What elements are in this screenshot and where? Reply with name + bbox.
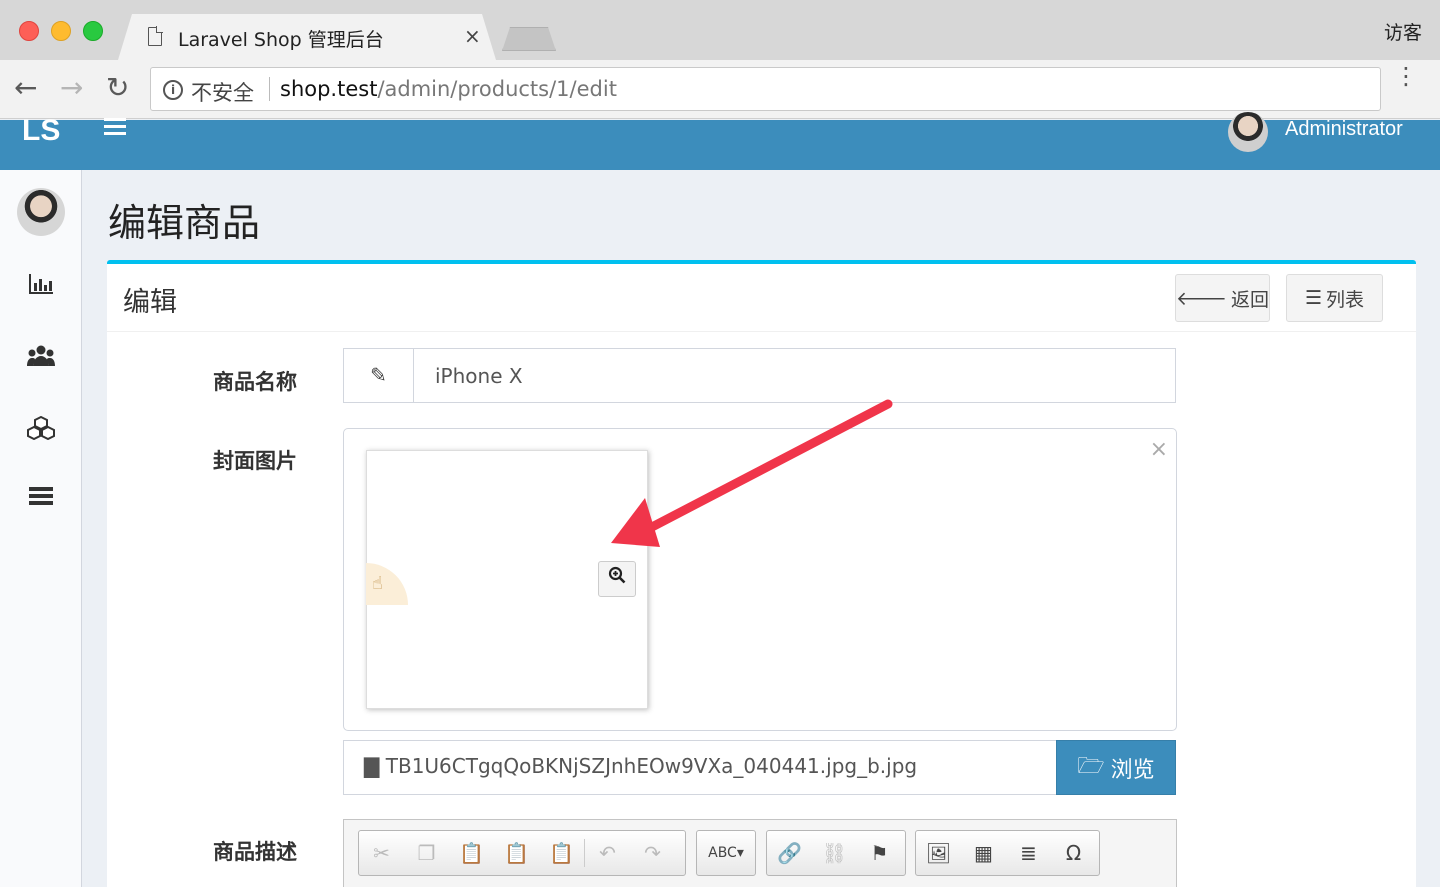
undo-icon[interactable]: ↶	[585, 841, 630, 865]
product-description-label: 商品描述	[213, 840, 297, 864]
insecure-label[interactable]: 不安全	[191, 77, 254, 107]
sidebar-avatar	[17, 188, 65, 236]
window-maximize-button[interactable]	[83, 21, 103, 41]
paste-icon[interactable]: 📋	[449, 841, 494, 865]
cut-icon[interactable]: ✂	[359, 841, 404, 865]
list-icon: ☰	[1304, 287, 1323, 309]
window-minimize-button[interactable]	[51, 21, 71, 41]
list-icon[interactable]	[26, 486, 56, 512]
cubes-icon[interactable]	[26, 415, 56, 442]
cover-image-label: 封面图片	[213, 449, 297, 473]
browser-toolbar: ← → ↻ i 不安全 shop.test/admin/products/1/e…	[0, 60, 1440, 119]
file-input-group[interactable]: ▇ TB1U6CTgqQoBKNjSZJnhEOw9VXa_040441.jpg…	[343, 740, 1176, 795]
url-host: shop.test	[280, 77, 378, 101]
list-button-label: 列表	[1326, 288, 1365, 311]
paste-word-icon[interactable]: 📋	[539, 841, 584, 865]
back-button[interactable]: 🡐 返回	[1175, 274, 1270, 322]
address-bar[interactable]: i 不安全 shop.test/admin/products/1/edit	[150, 67, 1381, 111]
product-name-label: 商品名称	[213, 370, 297, 394]
users-icon[interactable]	[26, 344, 56, 370]
product-name-input[interactable]	[415, 349, 1175, 402]
url-path: /admin/products/1/edit	[377, 77, 617, 101]
browser-tab-bar: Laravel Shop 管理后台 × 访客	[0, 0, 1440, 60]
pencil-icon: ✎	[344, 349, 414, 402]
url-text[interactable]: shop.test/admin/products/1/edit	[280, 77, 617, 101]
back-arrow-icon[interactable]: ←	[14, 72, 37, 104]
user-name[interactable]: Administrator	[1285, 118, 1403, 141]
file-icon: ▇	[364, 754, 380, 778]
spellcheck-toolbar-group: ABC▾	[696, 830, 756, 876]
product-name-group: ✎	[343, 348, 1176, 403]
page-title: 编辑商品	[108, 201, 261, 245]
forward-arrow-icon[interactable]: →	[60, 72, 83, 104]
list-button[interactable]: ☰ 列表	[1286, 274, 1383, 322]
unlink-icon[interactable]: ⛓	[812, 841, 857, 865]
browser-tab-active[interactable]: Laravel Shop 管理后台 ×	[118, 14, 496, 60]
sidebar-toggle-icon[interactable]	[104, 118, 126, 139]
folder-open-icon: 🗁	[1077, 753, 1105, 779]
close-icon[interactable]: ×	[1150, 437, 1168, 462]
browser-menu-icon[interactable]: ⋮	[1394, 64, 1418, 88]
bar-chart-icon[interactable]	[26, 273, 56, 299]
image-thumbnail: ☝	[366, 450, 648, 709]
box-header: 编辑 🡐 返回 ☰ 列表	[107, 264, 1416, 332]
redo-icon[interactable]: ↷	[630, 841, 675, 865]
new-tab-button[interactable]	[502, 27, 556, 51]
browse-button-label: 浏览	[1110, 757, 1155, 783]
file-name: TB1U6CTgqQoBKNjSZJnhEOw9VXa_040441.jpg_b…	[385, 754, 918, 778]
zoom-in-button[interactable]	[598, 561, 636, 597]
app-logo[interactable]: LS	[22, 114, 60, 148]
rich-text-editor: ✂ ❐ 📋 📋 📋 ↶ ↷ ABC▾ 🔗 ⛓ ⚑ 🖼 ▦ ≣ Ω	[343, 819, 1177, 887]
zoom-in-icon	[608, 566, 626, 584]
omnibox-divider	[269, 77, 270, 101]
back-button-label: 返回	[1230, 288, 1269, 311]
insert-toolbar-group: 🖼 ▦ ≣ Ω	[915, 830, 1100, 876]
pointer-hand-icon: ☝	[366, 563, 408, 605]
guest-profile-label[interactable]: 访客	[1384, 18, 1422, 45]
image-preview-frame: × ☝	[343, 428, 1177, 731]
document-icon	[148, 27, 162, 46]
app-header: LS Administrator	[0, 112, 1440, 170]
browse-button[interactable]: 🗁 浏览	[1056, 740, 1176, 795]
link-toolbar-group: 🔗 ⛓ ⚑	[766, 830, 906, 876]
horizontal-line-icon[interactable]: ≣	[1006, 841, 1051, 865]
sidebar	[0, 170, 82, 887]
link-icon[interactable]: 🔗	[767, 841, 812, 865]
tab-close-button[interactable]: ×	[464, 24, 481, 48]
table-icon[interactable]: ▦	[961, 841, 1006, 865]
box-title: 编辑	[123, 287, 177, 318]
special-character-icon[interactable]: Ω	[1051, 841, 1096, 865]
clipboard-toolbar-group: ✂ ❐ 📋 📋 📋 ↶ ↷	[358, 830, 686, 876]
reload-icon[interactable]: ↻	[106, 72, 129, 104]
spellcheck-icon[interactable]: ABC▾	[697, 845, 755, 861]
tab-title: Laravel Shop 管理后台	[178, 29, 384, 51]
window-close-button[interactable]	[19, 21, 39, 41]
file-caption: ▇ TB1U6CTgqQoBKNjSZJnhEOw9VXa_040441.jpg…	[364, 754, 917, 778]
image-icon[interactable]: 🖼	[916, 841, 961, 865]
anchor-flag-icon[interactable]: ⚑	[857, 841, 902, 865]
user-avatar[interactable]	[1228, 112, 1268, 152]
copy-icon[interactable]: ❐	[404, 841, 449, 865]
edit-form-box: 编辑 🡐 返回 ☰ 列表 商品名称 ✎ 封面图片 × ☝ ▇ TB1U6CTgq…	[107, 260, 1416, 887]
paste-text-icon[interactable]: 📋	[494, 841, 539, 865]
info-icon[interactable]: i	[163, 80, 183, 100]
arrow-left-icon: 🡐	[1176, 287, 1227, 310]
